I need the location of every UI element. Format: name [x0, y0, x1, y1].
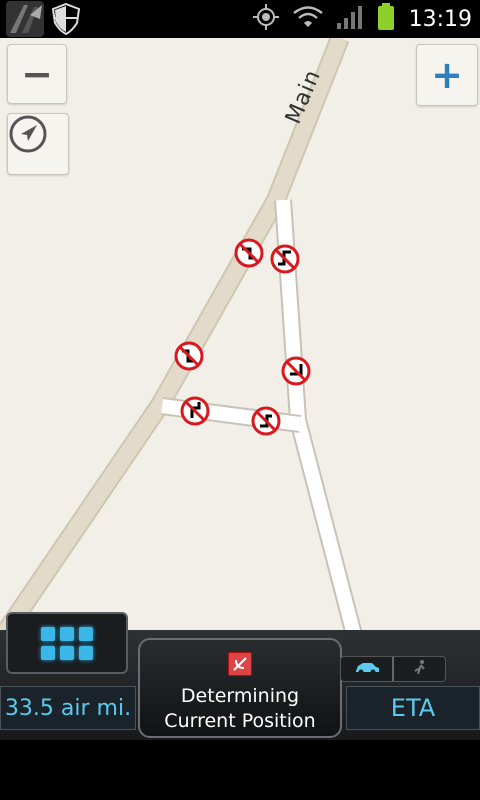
bottom-area	[0, 740, 480, 800]
no-turn-sign-icon	[251, 406, 281, 436]
minus-icon: −	[21, 52, 53, 96]
gps-searching-icon	[228, 652, 252, 676]
no-turn-sign-icon	[270, 244, 300, 274]
grid-menu-icon	[41, 626, 93, 660]
menu-button[interactable]	[6, 612, 128, 674]
car-mode-option[interactable]	[341, 657, 392, 681]
zoom-in-button[interactable]: +	[416, 44, 478, 106]
signal-icon	[336, 5, 363, 33]
zoom-out-button[interactable]: −	[7, 44, 67, 104]
wifi-icon	[292, 5, 323, 33]
walk-mode-option[interactable]	[394, 657, 445, 681]
position-status-text: Determining Current Position	[164, 685, 316, 732]
walk-icon	[412, 659, 428, 679]
clock: 13:19	[408, 6, 472, 32]
status-bar: 13:19	[0, 0, 480, 38]
travel-mode-switch[interactable]	[340, 656, 446, 682]
no-turn-sign-icon	[281, 356, 311, 386]
navigation-app-icon	[6, 1, 44, 41]
no-turn-sign-icon	[180, 396, 210, 426]
position-status-box: Determining Current Position	[138, 638, 342, 738]
shield-icon	[51, 2, 81, 39]
no-turn-sign-icon	[234, 238, 264, 268]
distance-readout[interactable]: 33.5 air mi.	[0, 686, 136, 730]
battery-icon	[377, 3, 395, 35]
gps-icon	[252, 4, 279, 34]
eta-readout[interactable]: ETA	[346, 686, 480, 730]
plus-icon: +	[431, 53, 463, 97]
locate-button[interactable]	[7, 113, 69, 175]
no-turn-sign-icon	[174, 341, 204, 371]
car-icon	[354, 660, 380, 679]
